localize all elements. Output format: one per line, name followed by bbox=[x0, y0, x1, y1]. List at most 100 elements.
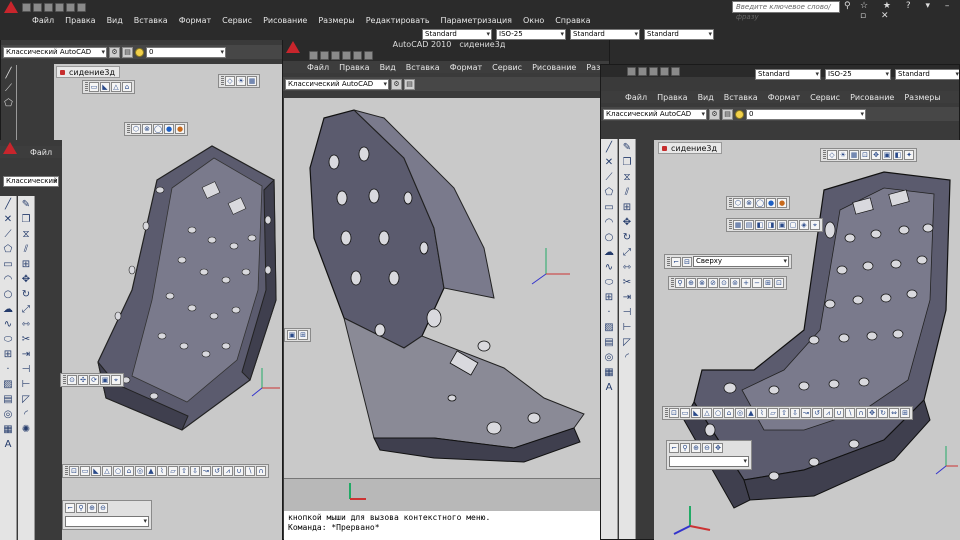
layer-combo-right[interactable]: 0 bbox=[746, 108, 866, 120]
subtract-icon[interactable]: ∖ bbox=[845, 408, 855, 418]
cone-icon[interactable]: △ bbox=[702, 408, 712, 418]
revolve-icon[interactable]: ↺ bbox=[212, 466, 222, 476]
menu-tools[interactable]: Сервис bbox=[222, 16, 252, 25]
gear-icon[interactable]: ⚙ bbox=[391, 78, 402, 90]
pan-icon[interactable]: ✥ bbox=[871, 150, 881, 160]
move-icon[interactable]: ✥ bbox=[20, 274, 32, 286]
orbit-icon[interactable]: ✣ bbox=[78, 375, 88, 385]
polygon-icon[interactable]: ⬠ bbox=[3, 98, 15, 110]
circle-icon[interactable]: ○ bbox=[603, 232, 615, 244]
polygon-icon[interactable]: ⬠ bbox=[603, 187, 615, 199]
save-icon[interactable] bbox=[331, 50, 340, 60]
zoom-window-icon[interactable]: ⊕ bbox=[87, 503, 97, 513]
zoom-realtime-icon[interactable]: ⚲ bbox=[680, 443, 690, 453]
menu-parametric[interactable]: Параметризация bbox=[441, 16, 512, 25]
menu-tools[interactable]: Сервис bbox=[810, 93, 840, 102]
shaded-icon[interactable]: ● bbox=[175, 124, 185, 134]
rectangle-icon[interactable]: ▭ bbox=[603, 202, 615, 214]
pyramid-icon[interactable]: ▲ bbox=[746, 408, 756, 418]
new-file-icon[interactable] bbox=[309, 50, 318, 60]
iso-view-icon[interactable]: ◈ bbox=[799, 220, 809, 230]
gradient-icon[interactable]: ▤ bbox=[603, 337, 615, 349]
autocad-logo-icon-top[interactable] bbox=[4, 1, 18, 13]
sweep-icon[interactable]: ↝ bbox=[201, 466, 211, 476]
sun-icon[interactable]: ☀ bbox=[236, 76, 246, 86]
polysolid-icon[interactable]: ⊡ bbox=[69, 466, 79, 476]
redo-icon[interactable] bbox=[353, 50, 362, 60]
move-icon[interactable]: ✥ bbox=[621, 217, 633, 229]
menu-view[interactable]: Вид bbox=[380, 63, 396, 72]
fillet-icon[interactable]: ◜ bbox=[621, 352, 633, 364]
trim-icon[interactable]: ✂ bbox=[621, 277, 633, 289]
dim-style-combo[interactable]: ISO-25 bbox=[496, 28, 566, 40]
sphere-icon[interactable]: ○ bbox=[113, 466, 123, 476]
helix-icon[interactable]: ⌇ bbox=[157, 466, 167, 476]
text-style-combo-right[interactable]: Standard bbox=[755, 68, 821, 80]
wedge-icon[interactable]: ◣ bbox=[691, 408, 701, 418]
revcloud-icon[interactable]: ☁ bbox=[2, 304, 14, 316]
line-icon[interactable]: ╱ bbox=[3, 68, 15, 80]
layer-props-icon[interactable]: ▤ bbox=[122, 46, 133, 58]
polyline-icon[interactable]: ⟋ bbox=[603, 172, 615, 184]
ucs-icon[interactable]: ⌐ bbox=[65, 503, 75, 513]
spline-icon[interactable]: ∿ bbox=[603, 262, 615, 274]
arc-icon[interactable]: ◠ bbox=[2, 274, 14, 286]
menu-help[interactable]: Справка bbox=[555, 16, 590, 25]
sun-icon[interactable]: ☀ bbox=[838, 150, 848, 160]
line-icon[interactable]: ╱ bbox=[603, 142, 615, 154]
command-line[interactable]: кнопкой мыши для вызова контекстного мен… bbox=[284, 478, 602, 540]
menu-format[interactable]: Формат bbox=[768, 93, 800, 102]
open-file-icon[interactable] bbox=[33, 2, 42, 12]
menu-file-inner[interactable]: Файл bbox=[30, 148, 52, 157]
3d-rotate-icon[interactable]: ↻ bbox=[878, 408, 888, 418]
box-icon[interactable]: ▭ bbox=[680, 408, 690, 418]
autocad-logo-icon-3[interactable] bbox=[286, 41, 300, 53]
zoom-previous-icon[interactable]: ⊖ bbox=[98, 503, 108, 513]
walk-icon[interactable]: ⌖ bbox=[111, 375, 121, 385]
layer-props-icon[interactable]: ▤ bbox=[722, 108, 733, 120]
zoom-realtime-icon[interactable]: ⚲ bbox=[76, 503, 86, 513]
workspace-combo-center[interactable]: Классический AutoCAD bbox=[285, 78, 389, 90]
zoom-window-icon[interactable]: ⊕ bbox=[686, 278, 696, 288]
offset-icon[interactable]: ⫽ bbox=[20, 244, 32, 256]
extend-icon[interactable]: ⇥ bbox=[621, 292, 633, 304]
save-icon[interactable] bbox=[44, 2, 53, 12]
extend-icon[interactable]: ⇥ bbox=[20, 349, 32, 361]
toolbar-grip[interactable] bbox=[729, 220, 732, 230]
hatch-icon[interactable]: ▨ bbox=[2, 379, 14, 391]
text-style-combo[interactable]: Standard bbox=[422, 28, 492, 40]
undo-icon[interactable] bbox=[55, 2, 64, 12]
help-icons[interactable]: ☆ ★ ? ▾ – ▫ ✕ bbox=[860, 1, 960, 21]
menu-file[interactable]: Файл bbox=[307, 63, 329, 72]
break-icon[interactable]: ⊣ bbox=[621, 307, 633, 319]
insert-block-icon[interactable]: ⊞ bbox=[603, 292, 615, 304]
mirror-icon[interactable]: ⧖ bbox=[621, 172, 633, 184]
zoom-extents-icon[interactable]: ⊡ bbox=[774, 278, 784, 288]
table-icon[interactable]: ▦ bbox=[2, 424, 14, 436]
menu-draw[interactable]: Рисование bbox=[532, 63, 576, 72]
rotate-icon[interactable]: ↻ bbox=[621, 232, 633, 244]
wireframe-icon[interactable]: ⬡ bbox=[131, 124, 141, 134]
menu-dimension[interactable]: Размеры bbox=[318, 16, 354, 25]
erase-icon[interactable]: ✎ bbox=[20, 199, 32, 211]
polyline-icon[interactable]: ⟋ bbox=[2, 229, 14, 241]
view-icon[interactable]: ◇ bbox=[827, 150, 837, 160]
union-icon[interactable]: ∪ bbox=[234, 466, 244, 476]
mleader-style-combo[interactable]: Standard bbox=[644, 28, 714, 40]
zoom-scale-icon[interactable]: ⊘ bbox=[708, 278, 718, 288]
free-orbit-icon[interactable]: ⟳ bbox=[89, 375, 99, 385]
3d-array-icon[interactable]: ⊞ bbox=[900, 408, 910, 418]
point-icon[interactable]: · bbox=[603, 307, 615, 319]
hatch-icon[interactable]: ▨ bbox=[603, 322, 615, 334]
table-style-combo[interactable]: Standard bbox=[570, 28, 640, 40]
polygon-icon[interactable]: ⬠ bbox=[2, 244, 14, 256]
polysolid-icon[interactable]: ⊡ bbox=[669, 408, 679, 418]
mtext-icon[interactable]: A bbox=[2, 439, 14, 451]
print-icon[interactable] bbox=[364, 50, 373, 60]
open-file-icon[interactable] bbox=[320, 50, 329, 60]
realistic-icon[interactable]: ◯ bbox=[755, 198, 765, 208]
left-view-icon[interactable]: ◧ bbox=[755, 220, 765, 230]
torus-icon[interactable]: ◎ bbox=[735, 408, 745, 418]
fillet-icon[interactable]: ◜ bbox=[20, 409, 32, 421]
workspace-combo-inner[interactable]: Классический А bbox=[3, 176, 59, 187]
